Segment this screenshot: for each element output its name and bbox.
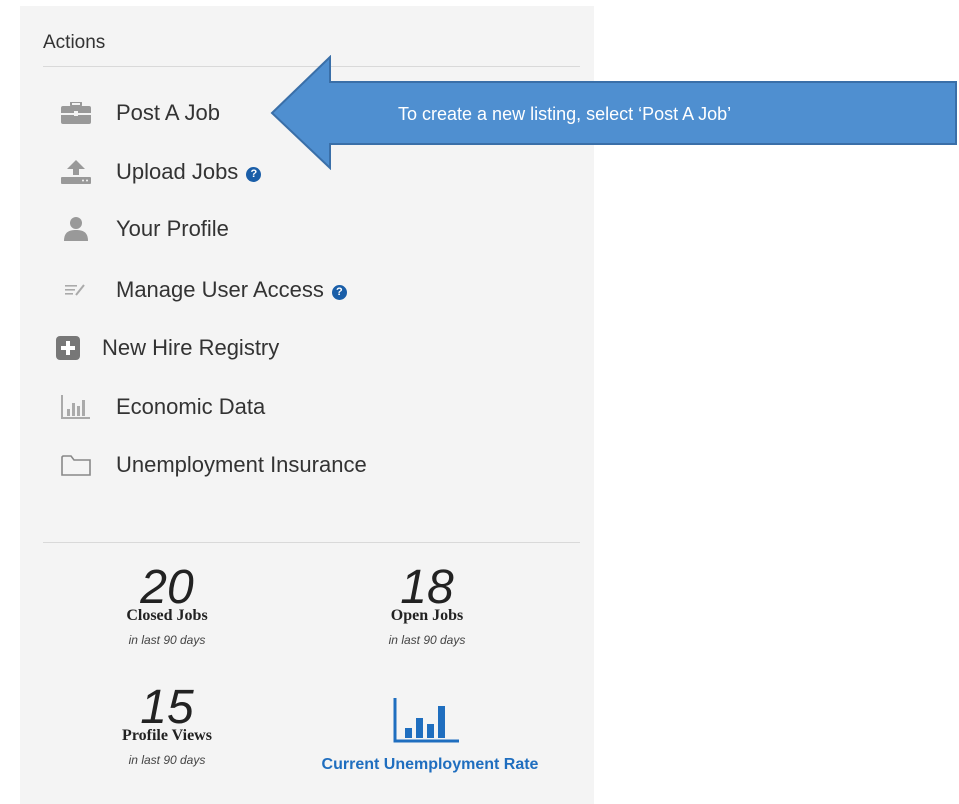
help-icon[interactable]: ? [331, 284, 347, 300]
unemployment-insurance-link[interactable]: Unemployment Insurance [60, 448, 367, 482]
economic-data-link[interactable]: Economic Data [60, 390, 265, 424]
briefcase-icon [60, 101, 92, 125]
your-profile-label: Your Profile [116, 216, 229, 241]
current-unemployment-rate-link[interactable]: Current Unemployment Rate [305, 752, 555, 778]
bar-chart-icon[interactable] [393, 696, 461, 744]
post-a-job-link[interactable]: Post A Job [60, 96, 220, 130]
folder-icon [60, 453, 92, 477]
open-jobs-label: Open Jobs [390, 607, 464, 624]
profile-views-period: in last 90 days [128, 753, 206, 767]
your-profile-link[interactable]: Your Profile [60, 212, 229, 246]
open-jobs-period: in last 90 days [388, 633, 466, 647]
closed-jobs-count: 20 [140, 561, 194, 614]
actions-heading: Actions [43, 32, 106, 53]
unemployment-insurance-label: Unemployment Insurance [116, 452, 367, 477]
divider [43, 542, 580, 543]
open-jobs-count: 18 [400, 561, 454, 614]
post-a-job-label: Post A Job [116, 100, 220, 125]
help-icon[interactable]: ? [246, 166, 262, 182]
open-jobs-stat: 18 Open Jobs in last 90 days [342, 561, 512, 648]
bar-chart-icon [60, 395, 92, 419]
profile-views-label: Profile Views [122, 727, 212, 744]
new-hire-registry-link[interactable]: New Hire Registry [52, 331, 279, 365]
profile-views-count: 15 [140, 681, 194, 734]
plus-square-icon [52, 336, 84, 360]
economic-data-label: Economic Data [116, 394, 266, 419]
closed-jobs-period: in last 90 days [128, 633, 206, 647]
upload-jobs-label: Upload Jobs [116, 159, 239, 184]
edit-list-icon [60, 278, 92, 302]
callout-text: To create a new listing, select ‘Post A … [398, 104, 732, 124]
manage-user-access-label: Manage User Access [116, 277, 324, 302]
manage-user-access-link[interactable]: Manage User Access ? [60, 273, 347, 307]
closed-jobs-label: Closed Jobs [126, 607, 208, 624]
upload-icon [60, 160, 92, 184]
profile-views-stat: 15 Profile Views in last 90 days [82, 681, 252, 768]
closed-jobs-stat: 20 Closed Jobs in last 90 days [82, 561, 252, 648]
user-icon [60, 217, 92, 241]
upload-jobs-link[interactable]: Upload Jobs ? [60, 155, 262, 189]
new-hire-registry-label: New Hire Registry [102, 335, 280, 360]
